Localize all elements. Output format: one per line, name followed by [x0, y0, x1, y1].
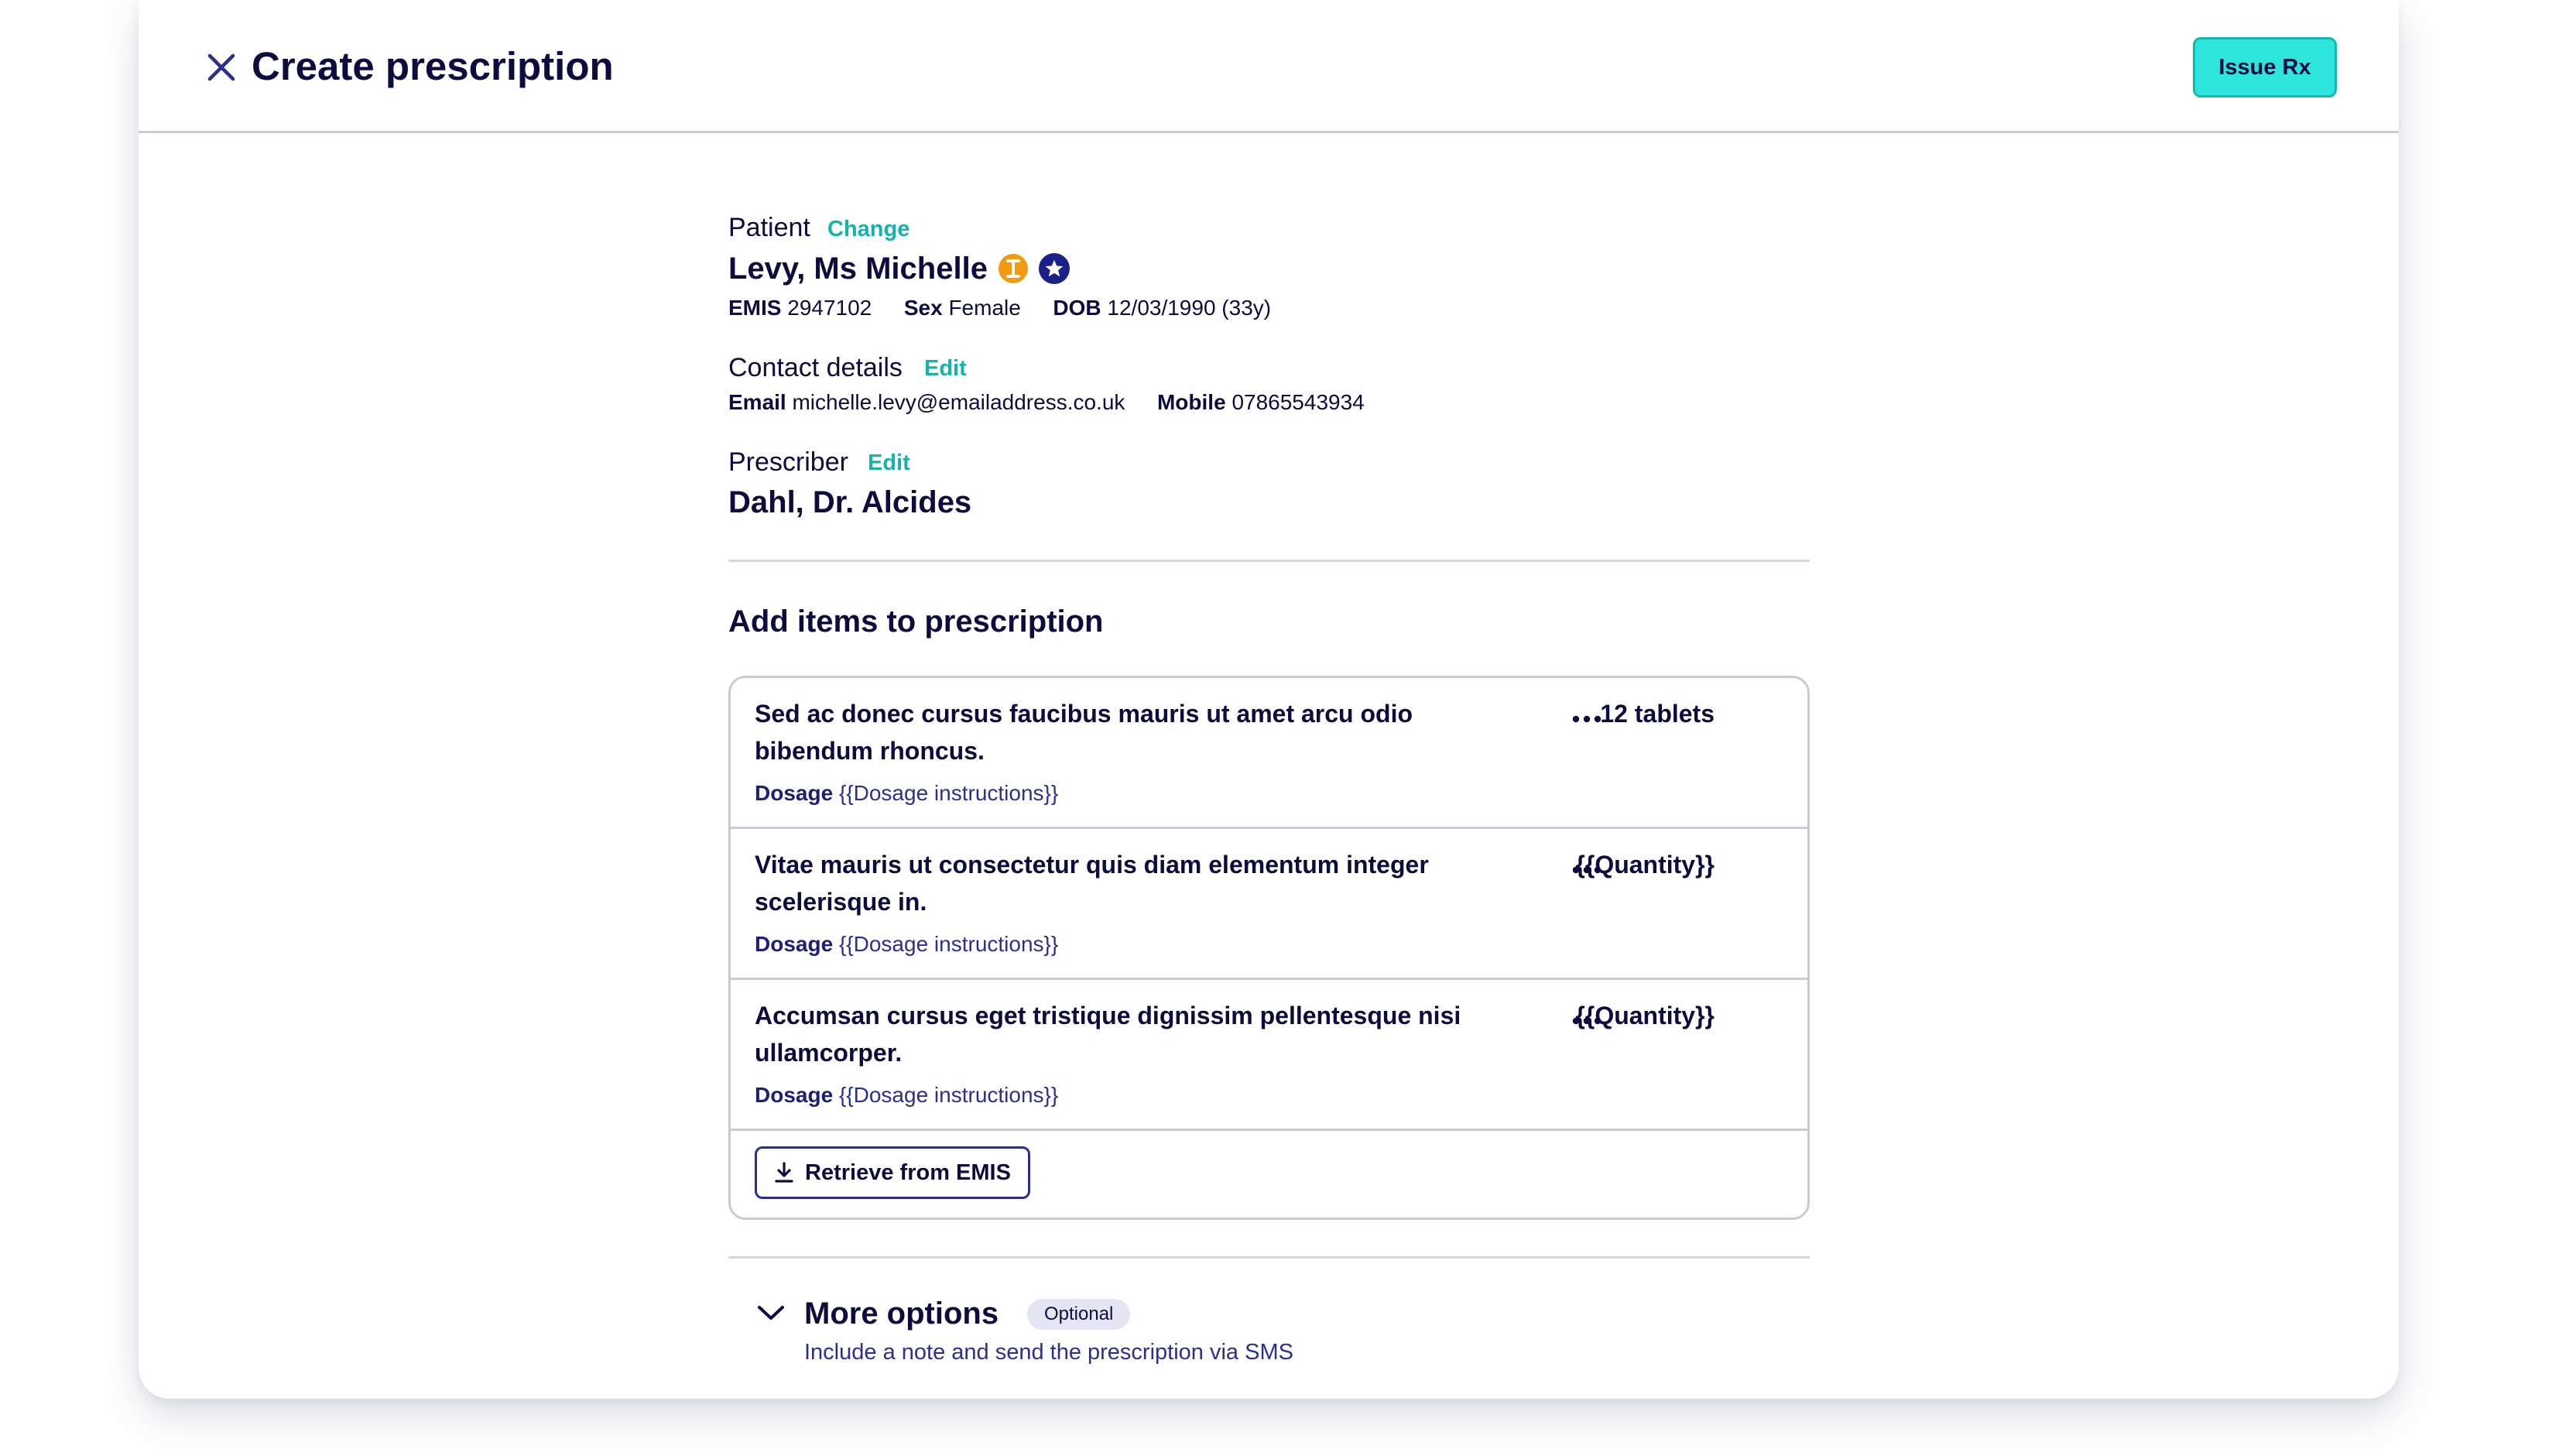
patient-name: Levy, Ms Michelle — [728, 252, 988, 286]
dialog-header: Create prescription Issue Rx — [139, 0, 2399, 133]
close-icon[interactable] — [204, 50, 239, 85]
retrieve-label: Retrieve from EMIS — [805, 1160, 1011, 1185]
patient-label: Patient — [728, 213, 810, 242]
page-title: Create prescription — [252, 44, 614, 88]
item-dosage: Dosage {{Dosage instructions}} — [755, 1081, 1058, 1110]
list-item[interactable]: Accumsan cursus eget tristique dignissim… — [731, 980, 1807, 1131]
item-name: Vitae mauris ut consectetur quis diam el… — [755, 851, 1429, 916]
dob-key: DOB — [1053, 296, 1101, 320]
contact-label: Contact details — [728, 353, 903, 382]
create-prescription-dialog: Create prescription Issue Rx Patient Cha… — [139, 0, 2399, 1399]
patient-name-row: Levy, Ms Michelle — [728, 249, 1070, 288]
more-actions-icon[interactable] — [1565, 1009, 1608, 1033]
list-item[interactable]: Sed ac donec cursus faucibus mauris ut a… — [731, 678, 1807, 829]
emis-value: 2947102 — [787, 296, 872, 320]
download-icon — [774, 1161, 794, 1184]
edit-contact-link[interactable]: Edit — [924, 353, 967, 384]
contact-meta: Email michelle.levy@emailaddress.co.uk M… — [728, 389, 1365, 416]
item-dosage: Dosage {{Dosage instructions}} — [755, 930, 1058, 959]
dosage-value: {{Dosage instructions}} — [838, 932, 1059, 956]
dosage-key: Dosage — [755, 932, 834, 956]
issue-rx-button[interactable]: Issue Rx — [2193, 37, 2337, 98]
dosage-key: Dosage — [755, 781, 834, 805]
items-section-title: Add items to prescription — [728, 605, 1104, 639]
star-badge-icon[interactable] — [1038, 253, 1070, 284]
change-patient-link[interactable]: Change — [827, 214, 909, 245]
more-actions-icon[interactable] — [1565, 707, 1608, 731]
chevron-down-icon — [756, 1303, 786, 1326]
prescription-items-list: Sed ac donec cursus faucibus mauris ut a… — [728, 676, 1810, 1220]
more-options-subtitle: Include a note and send the prescription… — [804, 1340, 1293, 1365]
item-name: Accumsan cursus eget tristique dignissim… — [755, 1002, 1461, 1067]
optional-badge: Optional — [1027, 1299, 1131, 1330]
section-divider — [728, 1256, 1810, 1259]
mobile-key: Mobile — [1156, 390, 1226, 414]
dosage-value: {{Dosage instructions}} — [838, 1083, 1059, 1107]
list-item[interactable]: Vitae mauris ut consectetur quis diam el… — [731, 829, 1807, 980]
more-actions-icon[interactable] — [1565, 858, 1608, 882]
more-options-title: More options — [804, 1297, 999, 1331]
item-quantity: 12 tablets — [1600, 700, 1714, 728]
dob-value: 12/03/1990 (33y) — [1107, 296, 1272, 320]
prescriber-name: Dahl, Dr. Alcides — [728, 485, 972, 519]
dosage-key: Dosage — [755, 1083, 834, 1107]
app-screen: Create prescription Issue Rx Patient Cha… — [0, 0, 2576, 1449]
dosage-value: {{Dosage instructions}} — [838, 781, 1059, 805]
email-key: Email — [728, 390, 786, 414]
item-name: Sed ac donec cursus faucibus mauris ut a… — [755, 700, 1413, 765]
sex-value: Female — [948, 296, 1021, 320]
emis-key: EMIS — [728, 296, 782, 320]
item-dosage: Dosage {{Dosage instructions}} — [755, 779, 1058, 808]
info-badge-icon[interactable] — [998, 254, 1028, 283]
email-value: michelle.levy@emailaddress.co.uk — [792, 390, 1125, 414]
patient-meta: EMIS 2947102 Sex Female DOB 12/03/1990 (… — [728, 294, 1271, 322]
edit-prescriber-link[interactable]: Edit — [868, 447, 910, 478]
prescriber-label: Prescriber — [728, 447, 848, 477]
section-divider — [728, 560, 1810, 562]
mobile-value: 07865543934 — [1231, 390, 1365, 414]
sex-key: Sex — [903, 296, 943, 320]
retrieve-from-emis-button[interactable]: Retrieve from EMIS — [755, 1146, 1030, 1199]
